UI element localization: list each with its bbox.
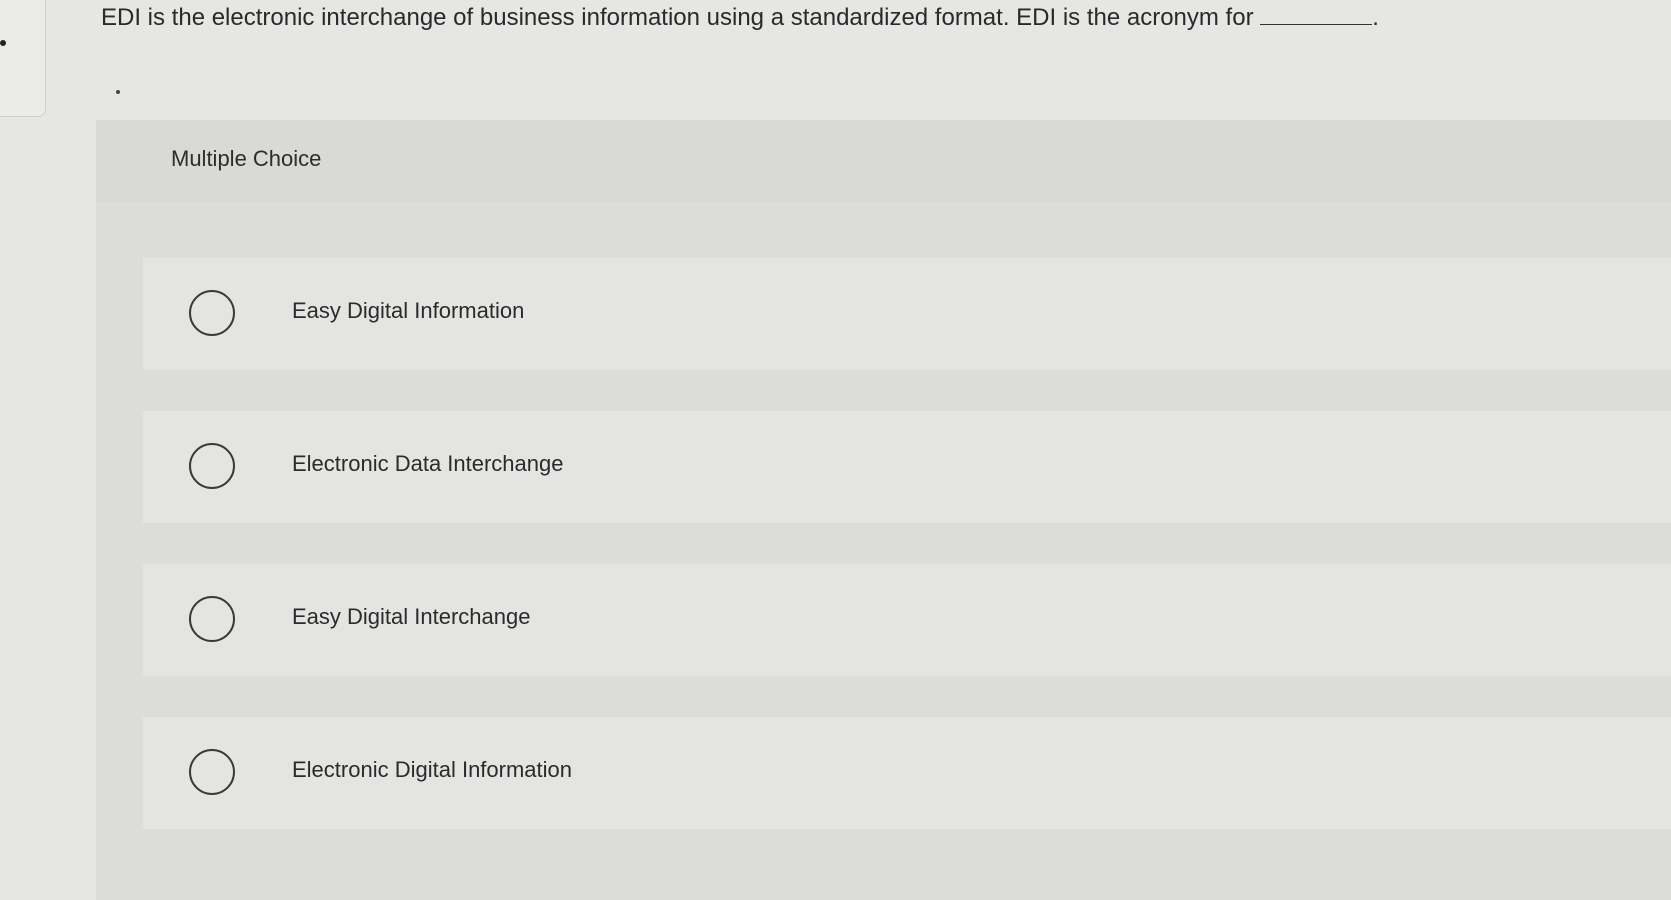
choice-label: Electronic Digital Information	[292, 757, 573, 782]
multiple-choice-label: Multiple Choice	[171, 146, 322, 171]
navigation-dot	[0, 40, 6, 46]
choice-option-1[interactable]: Easy Digital Information	[143, 258, 1671, 370]
choice-label: Easy Digital Information	[292, 298, 525, 323]
radio-button[interactable]	[189, 596, 235, 642]
question-end-punctuation: .	[1372, 4, 1379, 31]
radio-button[interactable]	[189, 290, 235, 336]
previous-card-edge	[0, 0, 46, 117]
bullet-dot	[116, 90, 120, 94]
question-prompt: EDI is the electronic interchange of bus…	[101, 4, 1254, 31]
radio-button[interactable]	[189, 443, 235, 489]
choice-label: Easy Digital Interchange	[292, 604, 531, 629]
answer-blank	[1260, 2, 1373, 25]
choice-option-2[interactable]: Electronic Data Interchange	[143, 411, 1671, 523]
choice-option-3[interactable]: Easy Digital Interchange	[143, 564, 1671, 676]
question-text: EDI is the electronic interchange of bus…	[101, 2, 1661, 33]
choice-label: Electronic Data Interchange	[292, 451, 564, 476]
radio-button[interactable]	[189, 749, 235, 795]
multiple-choice-header	[96, 120, 1671, 202]
choice-option-4[interactable]: Electronic Digital Information	[143, 717, 1671, 829]
